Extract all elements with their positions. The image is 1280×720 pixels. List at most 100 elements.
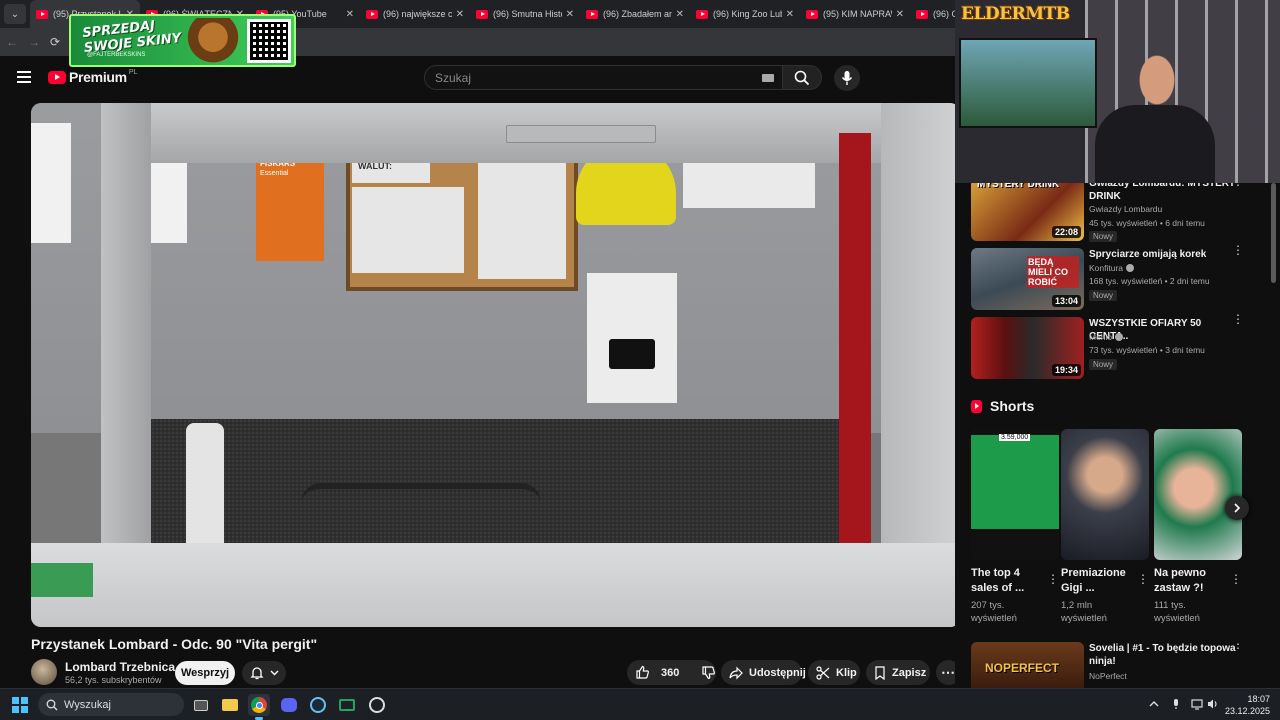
- forward-arrow-icon[interactable]: →: [28, 35, 40, 49]
- file-explorer-icon[interactable]: [219, 694, 241, 716]
- like-count[interactable]: 360: [661, 667, 679, 679]
- network-icon[interactable]: [1191, 698, 1203, 710]
- more-options-icon[interactable]: ⋮: [1230, 572, 1242, 586]
- video-thumbnail[interactable]: BĘDĄ MIELI CO ROBIĆ 13:04: [971, 248, 1084, 310]
- shorts-next-button[interactable]: [1225, 496, 1249, 520]
- channel-name[interactable]: Konfitura: [1089, 263, 1135, 273]
- browser-tab[interactable]: (95) KIM NAPRAW ✕: [800, 0, 910, 28]
- clip-button[interactable]: Klip: [808, 660, 860, 685]
- close-tab-icon[interactable]: ✕: [676, 9, 684, 20]
- channel-name[interactable]: Mehio: [1089, 332, 1124, 342]
- recommended-video[interactable]: NOPERFECT Sovelia | #1 - To będzie topow…: [971, 642, 1271, 688]
- video-thumbnail[interactable]: 19:34: [971, 317, 1084, 379]
- video-meta: 168 tys. wyświetleń • 2 dni temu: [1089, 276, 1210, 286]
- keyboard-icon[interactable]: [762, 74, 774, 82]
- recommended-video[interactable]: MYSTERY DRINK 22:08 Gwiazdy Lombardu: MY…: [971, 175, 1271, 243]
- video-frame-desk: [31, 543, 960, 627]
- thumbs-down-icon[interactable]: [701, 665, 716, 680]
- new-badge: Nowy: [1089, 359, 1118, 370]
- video-frame-corkboard: WALUT:: [346, 143, 578, 291]
- stream-promo-overlay: SPRZEDAJ SWOJE SKINY @FAJTERBEKSKINS: [69, 14, 296, 67]
- microphone-icon[interactable]: [1170, 698, 1182, 710]
- more-options-icon[interactable]: ⋮: [1232, 313, 1244, 325]
- verified-icon: [1126, 264, 1135, 272]
- channel-name[interactable]: Gwiazdy Lombardu: [1089, 204, 1162, 214]
- short-item[interactable]: 3.59,000 The top 4 sales of ... 207 tys.…: [971, 429, 1059, 625]
- share-icon: [729, 666, 743, 679]
- more-options-icon[interactable]: ⋮: [1232, 642, 1244, 650]
- video-frame-sign: [151, 163, 187, 243]
- channel-avatar[interactable]: [31, 659, 57, 685]
- voice-search-button[interactable]: [834, 65, 860, 91]
- obs-icon[interactable]: [366, 694, 388, 716]
- search-button[interactable]: [782, 65, 822, 90]
- like-dislike-group: 360: [627, 660, 716, 685]
- new-badge: Nowy: [1089, 290, 1118, 301]
- close-tab-icon[interactable]: ✕: [456, 9, 464, 20]
- app-icon[interactable]: [336, 694, 358, 716]
- browser-tab[interactable]: (96) Zbadałem an ✕: [580, 0, 690, 28]
- windows-taskbar: Wyszukaj 18:07 23.12.2025: [0, 688, 1280, 720]
- webcam-aquarium: [959, 38, 1097, 128]
- task-view-icon[interactable]: [190, 694, 212, 716]
- menu-icon[interactable]: [17, 71, 31, 83]
- notifications-button[interactable]: [242, 661, 286, 685]
- reload-icon[interactable]: ⟳: [50, 35, 60, 49]
- channel-name[interactable]: Lombard Trzebnica: [65, 660, 175, 674]
- scissors-icon: [816, 665, 830, 680]
- volume-icon[interactable]: [1207, 698, 1219, 710]
- short-thumbnail[interactable]: 3.59,000: [971, 429, 1059, 560]
- more-options-icon[interactable]: ⋮: [1232, 244, 1244, 256]
- video-frame-sign: [31, 123, 71, 243]
- recommended-video[interactable]: 19:34 WSZYSTKIE OFIARY 50 CENTA.. Mehio …: [971, 313, 1271, 381]
- close-tab-icon[interactable]: ✕: [786, 9, 794, 20]
- short-item[interactable]: Premiazione Gigi ... 1,2 mln wyświetleń …: [1061, 429, 1149, 625]
- taskbar-search-label: Wyszukaj: [64, 698, 111, 711]
- thumbnail-text: BĘDĄ MIELI CO ROBIĆ: [1027, 256, 1079, 288]
- short-thumbnail[interactable]: [1154, 429, 1242, 560]
- short-title: The top 4 sales of ...: [971, 567, 1025, 594]
- windows-start-icon[interactable]: [12, 697, 28, 713]
- thumbs-up-icon[interactable]: [635, 665, 650, 680]
- save-button[interactable]: Zapisz: [866, 660, 930, 685]
- video-title: Sovelia | #1 - To będzie topowa ninja!: [1089, 643, 1236, 667]
- channel-name[interactable]: NoPerfect: [1089, 671, 1127, 681]
- close-tab-icon[interactable]: ✕: [896, 9, 904, 20]
- chevron-up-icon[interactable]: [1148, 698, 1160, 710]
- short-views: 111 tys. wyświetleń: [1154, 600, 1200, 624]
- short-item[interactable]: Na pewno zastaw ?! 111 tys. wyświetleń ⋮: [1154, 429, 1242, 625]
- support-button[interactable]: Wesprzyj: [175, 661, 235, 685]
- back-arrow-icon[interactable]: ←: [6, 35, 18, 49]
- sidebar-scrollbar[interactable]: [1271, 183, 1276, 283]
- tab-title: (96) Zbadałem an: [603, 9, 672, 19]
- more-options-icon[interactable]: ⋮: [1137, 572, 1149, 586]
- video-thumbnail[interactable]: NOPERFECT: [971, 642, 1084, 688]
- search-input[interactable]: [425, 66, 745, 89]
- browser-tab[interactable]: (96) Smutna Histo ✕: [470, 0, 580, 28]
- chrome-icon[interactable]: [248, 694, 270, 720]
- discord-icon[interactable]: [278, 694, 300, 716]
- close-tab-icon[interactable]: ✕: [566, 9, 574, 20]
- youtube-premium-logo[interactable]: Premium PL: [48, 69, 137, 85]
- taskbar-search[interactable]: Wyszukaj: [38, 693, 184, 716]
- tab-search-menu-button[interactable]: ⌄: [4, 4, 26, 24]
- short-thumbnail[interactable]: [1061, 429, 1149, 560]
- taskbar-clock[interactable]: 18:07 23.12.2025: [1224, 693, 1270, 717]
- tab-title: (96) największe cr: [383, 9, 452, 19]
- more-options-icon[interactable]: ⋮: [1047, 572, 1059, 586]
- streamer-logo: ELDERMTB: [961, 4, 1070, 24]
- video-player[interactable]: WALUT: FISKARS Essential KANTOR: [31, 103, 960, 627]
- chevron-down-icon: [270, 670, 278, 676]
- close-tab-icon[interactable]: ✕: [346, 9, 354, 20]
- tab-title: (95) KIM NAPRAW: [823, 9, 892, 19]
- short-title: Na pewno zastaw ?!: [1154, 567, 1206, 594]
- browser-tab[interactable]: (96) największe cr ✕: [360, 0, 470, 28]
- share-button[interactable]: Udostępnij: [721, 660, 806, 685]
- recommended-video[interactable]: BĘDĄ MIELI CO ROBIĆ 13:04 Spryciarze omi…: [971, 244, 1271, 312]
- youtube-play-icon: [48, 70, 66, 84]
- browser-tab[interactable]: (96) King Zoo Lub ✕: [690, 0, 800, 28]
- video-thumbnail[interactable]: MYSTERY DRINK 22:08: [971, 179, 1084, 241]
- video-duration: 13:04: [1051, 295, 1081, 307]
- video-frame-fiskars-box: FISKARS Essential: [256, 153, 324, 261]
- steam-icon[interactable]: [307, 694, 329, 716]
